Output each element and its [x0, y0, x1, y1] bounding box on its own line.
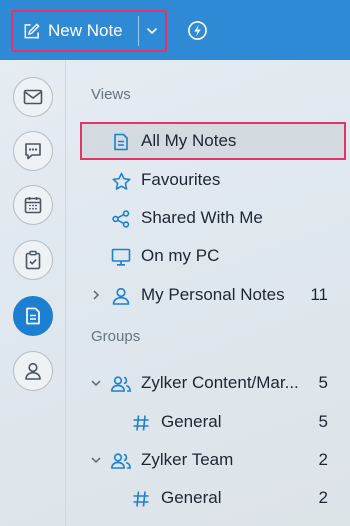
group-item-zylker-team[interactable]: Zylker Team 2 [80, 441, 346, 479]
notes-icon [26, 307, 40, 325]
new-note-button[interactable]: New Note [11, 10, 167, 52]
rail-mail-button[interactable] [13, 77, 53, 117]
new-note-label: New Note [48, 21, 123, 40]
mail-icon [23, 89, 43, 105]
view-item-label: All My Notes [141, 131, 237, 150]
group-item-zylker-content[interactable]: Zylker Content/Mar... 5 [80, 364, 346, 402]
group-item-label: Zylker Team [141, 450, 234, 469]
top-toolbar: New Note [0, 0, 350, 60]
view-item-label: My Personal Notes [141, 285, 285, 304]
groups-section-title: Groups [91, 328, 141, 345]
star-icon [110, 170, 132, 192]
channel-item-general[interactable]: General 5 [80, 403, 346, 441]
channel-item-general[interactable]: General 2 [80, 479, 346, 517]
chevron-down-icon[interactable] [90, 377, 102, 389]
rail-contacts-button[interactable] [13, 351, 53, 391]
group-item-label: Zylker Content/Mar... [141, 373, 299, 392]
note-count: 2 [318, 488, 328, 507]
group-icon [110, 373, 132, 395]
app-rail [0, 60, 66, 526]
quick-action-button[interactable] [186, 19, 208, 41]
flash-icon [187, 20, 207, 40]
chat-icon [25, 143, 41, 160]
note-count: 11 [310, 285, 328, 304]
view-item-shared-with-me[interactable]: Shared With Me [80, 199, 346, 237]
note-icon [110, 131, 132, 153]
share-icon [110, 208, 132, 230]
rail-notes-button[interactable] [13, 296, 53, 336]
edit-icon [24, 22, 40, 38]
new-note-dropdown-button[interactable] [139, 12, 165, 50]
chevron-down-icon [146, 27, 158, 35]
view-item-label: On my PC [141, 246, 220, 265]
chevron-down-icon[interactable] [90, 454, 102, 466]
view-item-my-personal-notes[interactable]: My Personal Notes 11 [80, 276, 346, 314]
view-item-label: Shared With Me [141, 208, 263, 227]
rail-chat-button[interactable] [13, 131, 53, 171]
user-icon [110, 285, 132, 307]
hash-icon [130, 412, 152, 434]
view-item-label: Favourites [141, 170, 221, 189]
note-count: 5 [318, 373, 328, 392]
note-count: 5 [318, 412, 328, 431]
chevron-right-icon[interactable] [90, 289, 102, 301]
new-note-main[interactable]: New Note [13, 12, 138, 50]
view-item-all-my-notes[interactable]: All My Notes [80, 122, 346, 160]
rail-calendar-button[interactable] [13, 185, 53, 225]
group-icon [110, 450, 132, 472]
view-item-on-my-pc[interactable]: On my PC [80, 237, 346, 275]
view-item-favourites[interactable]: Favourites [80, 161, 346, 199]
rail-tasks-button[interactable] [13, 240, 53, 280]
channel-item-label: General [161, 412, 222, 431]
note-count: 2 [318, 450, 328, 469]
hash-icon [130, 488, 152, 510]
views-section-title: Views [91, 86, 131, 103]
monitor-icon [110, 246, 132, 268]
channel-item-label: General [161, 488, 222, 507]
tasks-icon [25, 250, 41, 270]
calendar-icon [24, 197, 42, 214]
contacts-icon [25, 362, 41, 380]
